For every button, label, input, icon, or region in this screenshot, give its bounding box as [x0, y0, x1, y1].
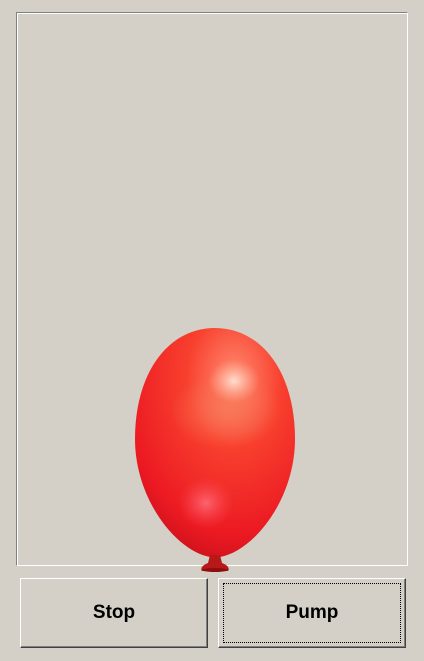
stop-button-label: Stop	[92, 602, 136, 623]
pump-button[interactable]: Pump	[218, 578, 406, 648]
balloon-stage	[16, 12, 408, 572]
balloon-highlight	[208, 359, 260, 403]
pump-button-label: Pump	[285, 602, 339, 623]
balloon-low-highlight	[178, 477, 234, 529]
balloon-image	[135, 328, 295, 572]
stop-button[interactable]: Stop	[20, 578, 208, 648]
